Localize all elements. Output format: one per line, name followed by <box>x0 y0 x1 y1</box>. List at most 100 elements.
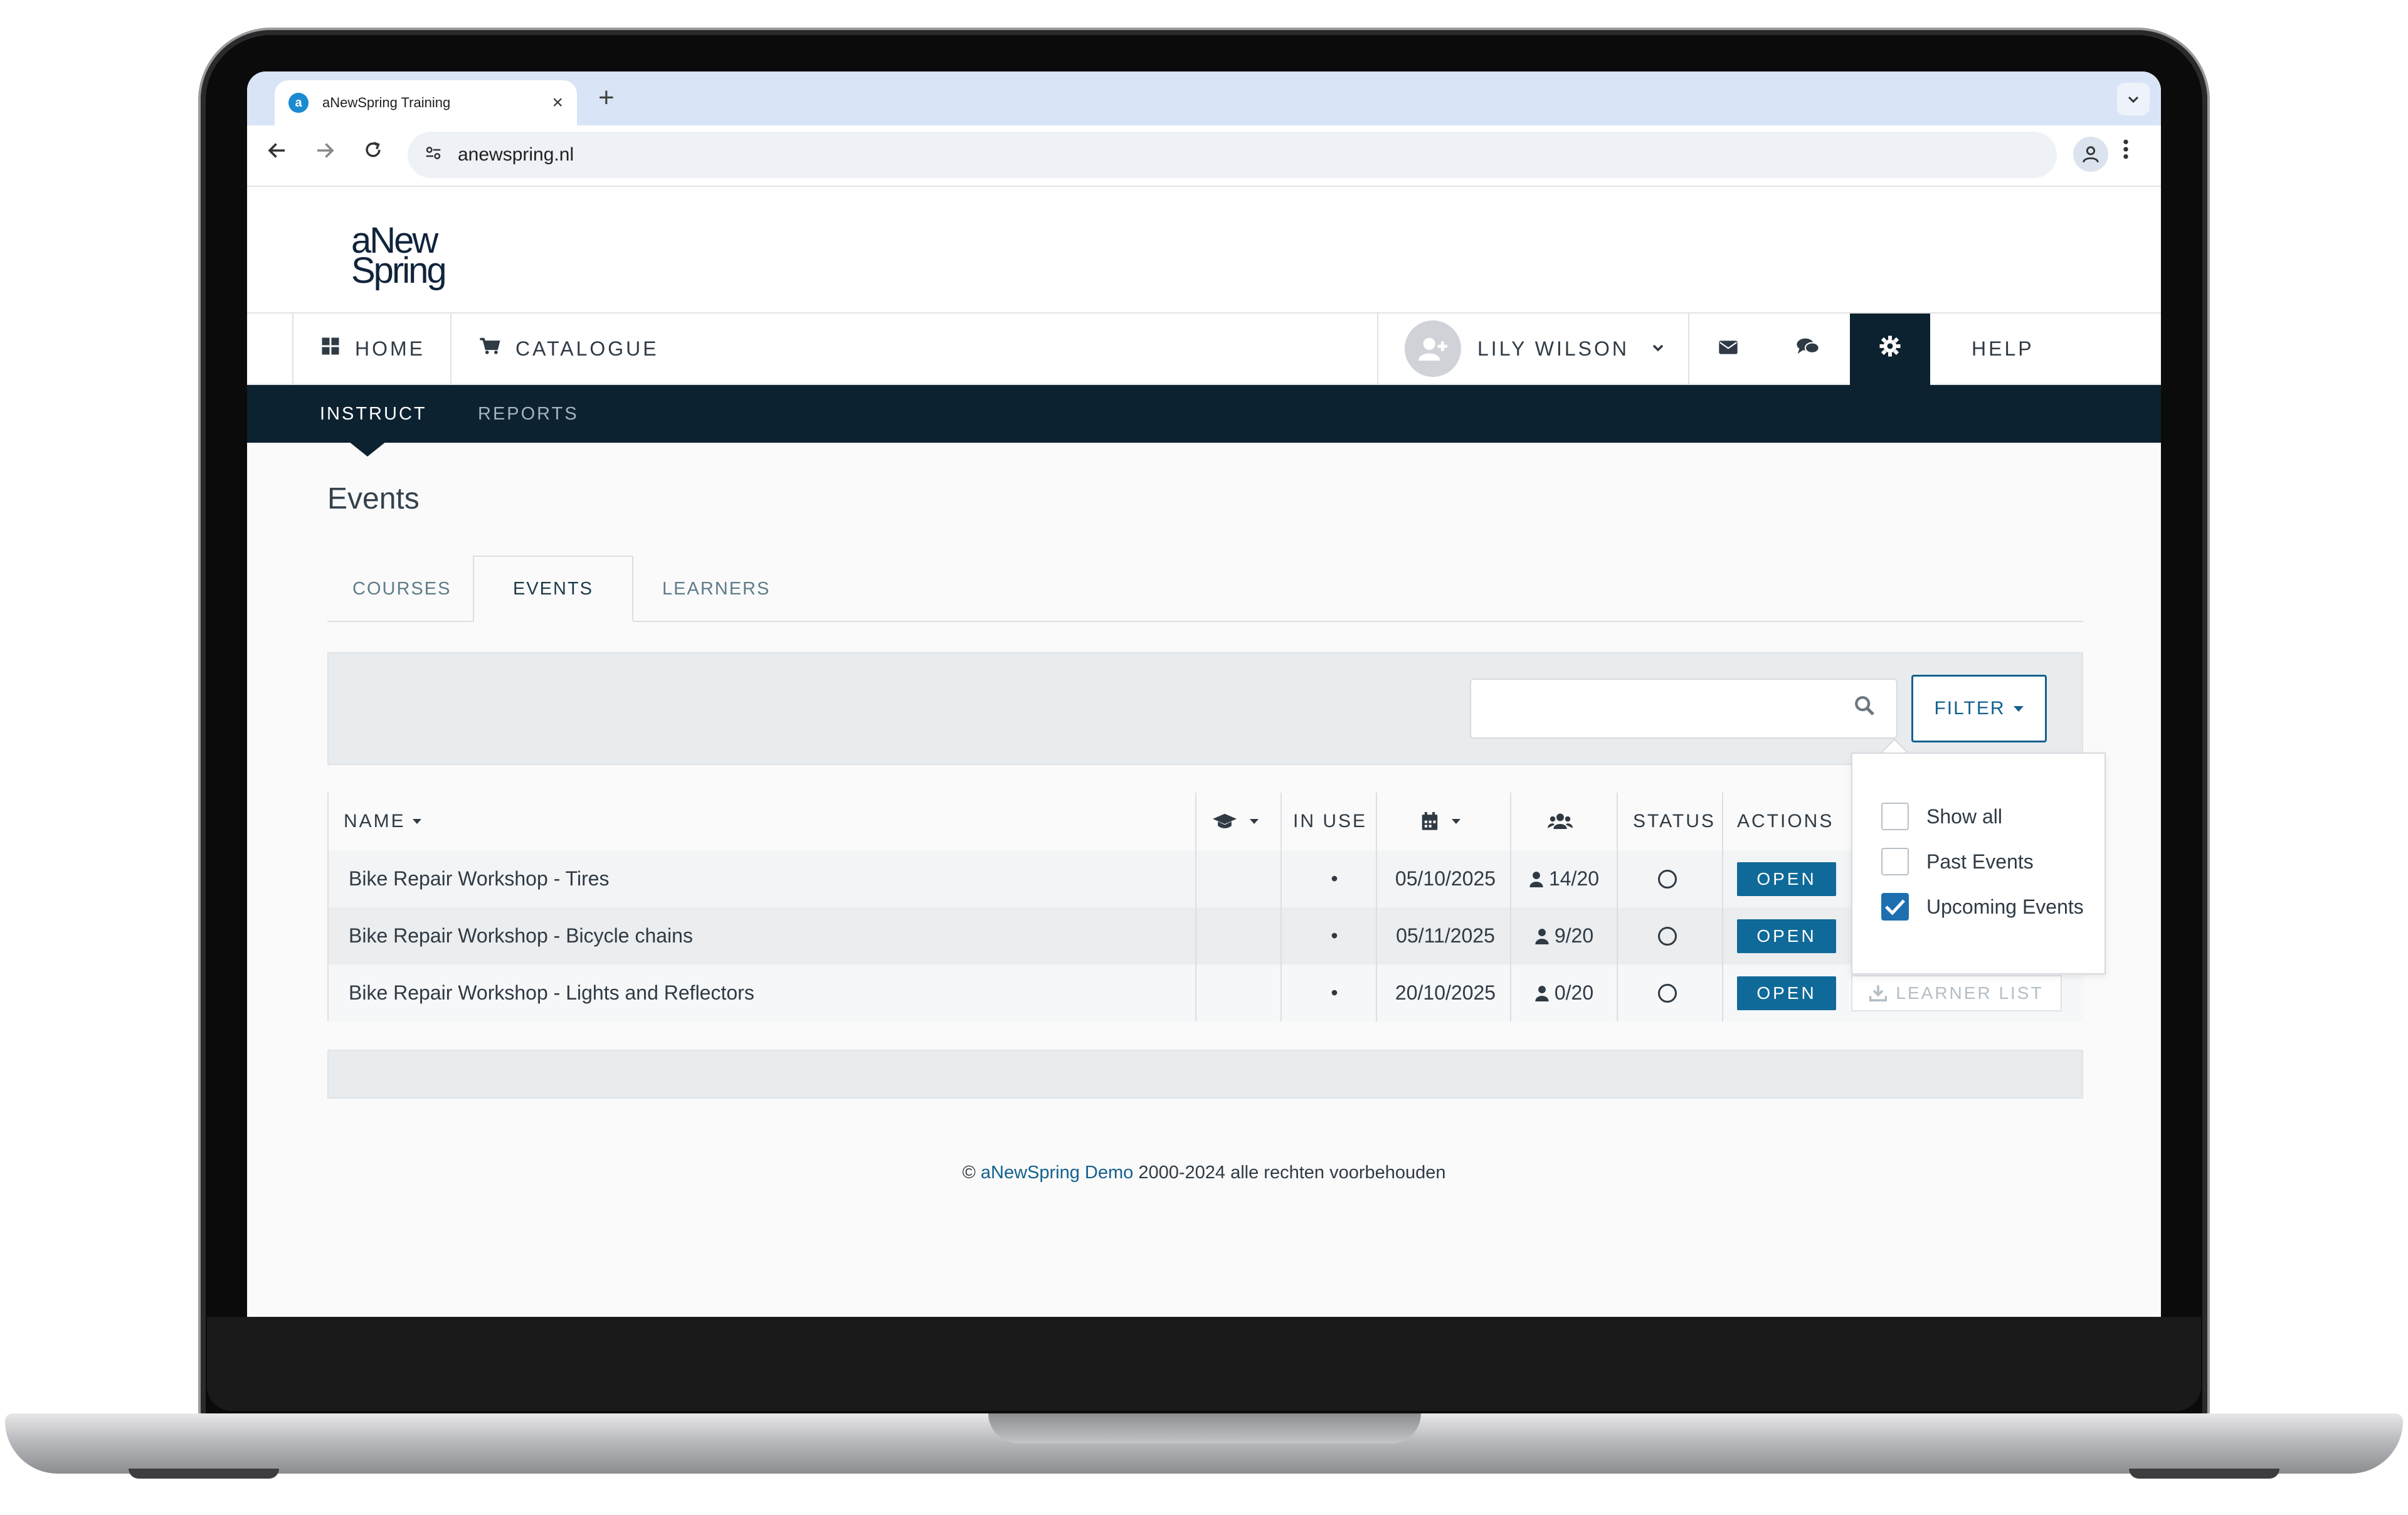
column-header-status[interactable]: STATUS <box>1633 793 1716 850</box>
nav-divider <box>450 314 452 384</box>
address-bar[interactable]: anewspring.nl <box>408 132 2057 178</box>
active-indicator <box>349 441 386 457</box>
filter-option-show-all[interactable]: Show all <box>1881 803 2002 830</box>
status-circle-icon <box>1658 983 1677 1003</box>
checkbox[interactable] <box>1881 803 1909 830</box>
status-circle-icon <box>1658 926 1677 946</box>
column-header-in-use[interactable]: IN USE <box>1293 793 1367 850</box>
learner-list-button[interactable]: LEARNER LIST <box>1851 974 2062 1011</box>
laptop-foot-right <box>2129 1469 2279 1479</box>
actions-cell: OPEN <box>1737 850 1836 907</box>
avatar <box>1405 320 1461 377</box>
tab-courses[interactable]: COURSES <box>352 556 451 622</box>
tab-search-button[interactable] <box>2117 83 2150 115</box>
checkbox[interactable] <box>1881 848 1909 875</box>
participants-count: 0/20 <box>1519 964 1609 1021</box>
in-use-indicator: • <box>1331 924 1338 947</box>
participants-value: 0/20 <box>1554 981 1594 1004</box>
favicon-icon: a <box>288 93 309 113</box>
settings-button[interactable] <box>1850 314 1930 385</box>
status-cell <box>1623 850 1712 907</box>
back-icon[interactable] <box>266 139 288 166</box>
chat-button[interactable] <box>1796 314 1820 384</box>
column-header-participants[interactable] <box>1548 793 1573 850</box>
search-icon[interactable] <box>1854 695 1875 722</box>
event-name[interactable]: Bike Repair Workshop - Lights and Reflec… <box>349 964 754 1021</box>
copyright-symbol: © <box>962 1163 976 1183</box>
filter-option-label: Past Events <box>1926 850 2034 873</box>
event-date: 05/10/2025 <box>1395 867 1496 890</box>
subnav-instruct[interactable]: INSTRUCT <box>320 404 427 425</box>
user-name: LILY WILSON <box>1477 337 1629 360</box>
checkbox-checked[interactable] <box>1881 893 1909 921</box>
open-button[interactable]: OPEN <box>1737 976 1836 1010</box>
footer-link[interactable]: aNewSpring Demo <box>981 1163 1133 1183</box>
column-divider <box>1195 850 1196 1021</box>
tab-learners[interactable]: LEARNERS <box>662 556 770 622</box>
users-icon <box>1548 813 1573 829</box>
nav-catalogue[interactable]: CATALOGUE <box>479 314 659 384</box>
user-icon <box>1535 985 1549 1001</box>
table-row[interactable]: Bike Repair Workshop - Lights and Reflec… <box>327 964 2083 1021</box>
site-logo[interactable]: aNew Spring <box>351 223 447 289</box>
event-name[interactable]: Bike Repair Workshop - Bicycle chains <box>349 907 693 964</box>
nav-divider <box>292 314 293 384</box>
participants-value: 14/20 <box>1548 867 1600 890</box>
table-row[interactable]: Bike Repair Workshop - Tires • 05/10/202… <box>327 850 2083 907</box>
status-cell <box>1623 964 1712 1021</box>
site-settings-icon[interactable] <box>424 144 443 167</box>
open-button[interactable]: OPEN <box>1737 862 1836 896</box>
user-menu[interactable]: LILY WILSON <box>1405 314 1666 384</box>
status-cell <box>1623 907 1712 964</box>
reload-icon[interactable] <box>362 139 384 165</box>
filter-option-past-events[interactable]: Past Events <box>1881 848 2034 875</box>
tab-title: aNewSpring Training <box>322 95 451 110</box>
column-divider <box>1281 793 1282 850</box>
column-divider <box>1281 850 1282 1021</box>
site-header: aNew Spring <box>247 187 2161 314</box>
column-header-name-label: NAME <box>344 811 406 831</box>
status-circle-icon <box>1658 869 1677 889</box>
column-header-date[interactable] <box>1421 793 1461 850</box>
event-name[interactable]: Bike Repair Workshop - Tires <box>349 850 610 907</box>
subnav-reports[interactable]: REPORTS <box>478 404 579 425</box>
browser-toolbar: anewspring.nl <box>247 125 2161 187</box>
messages-button[interactable] <box>1718 314 1738 384</box>
filter-option-label: Upcoming Events <box>1926 895 2084 918</box>
close-tab-icon[interactable]: × <box>552 93 563 112</box>
in-use-indicator: • <box>1331 981 1338 1004</box>
nav-help[interactable]: HELP <box>1972 314 2034 384</box>
nav-help-label: HELP <box>1972 337 2034 360</box>
browser-tab[interactable]: a aNewSpring Training × <box>275 80 577 125</box>
tab-events[interactable]: EVENTS <box>473 556 633 622</box>
column-divider <box>1617 850 1618 1021</box>
nav-home[interactable]: HOME <box>321 314 425 384</box>
forward-icon[interactable] <box>314 139 336 166</box>
column-divider <box>1510 793 1511 850</box>
column-header-name[interactable]: NAME <box>344 793 422 850</box>
copyright-text: 2000-2024 alle rechten voorbehouden <box>1138 1163 1446 1183</box>
open-button[interactable]: OPEN <box>1737 919 1836 953</box>
new-tab-button[interactable]: + <box>598 84 615 112</box>
profile-icon[interactable] <box>2073 137 2108 172</box>
column-divider <box>1195 793 1196 850</box>
user-icon <box>1535 928 1549 944</box>
sub-nav: INSTRUCT REPORTS <box>247 385 2161 443</box>
event-date: 20/10/2025 <box>1395 981 1496 1004</box>
nav-catalogue-label: CATALOGUE <box>515 337 659 360</box>
nav-divider <box>1688 314 1689 384</box>
nav-divider <box>1377 314 1378 384</box>
graduation-cap-icon <box>1213 813 1237 828</box>
chat-icon <box>1796 337 1820 361</box>
filter-option-upcoming-events[interactable]: Upcoming Events <box>1881 893 2084 921</box>
browser-menu-icon[interactable] <box>2122 137 2130 167</box>
column-header-course[interactable] <box>1213 793 1259 850</box>
filter-button[interactable]: FILTER <box>1911 675 2047 742</box>
copyright: © aNewSpring Demo 2000-2024 alle rechten… <box>247 1163 2161 1183</box>
search-input[interactable] <box>1470 678 1898 739</box>
participants-count: 14/20 <box>1519 850 1609 907</box>
column-divider <box>1376 850 1377 1021</box>
column-divider <box>1722 850 1723 1021</box>
table-row[interactable]: Bike Repair Workshop - Bicycle chains • … <box>327 907 2083 964</box>
filter-dropdown: Show all Past Events Upcoming Events <box>1851 752 2106 974</box>
